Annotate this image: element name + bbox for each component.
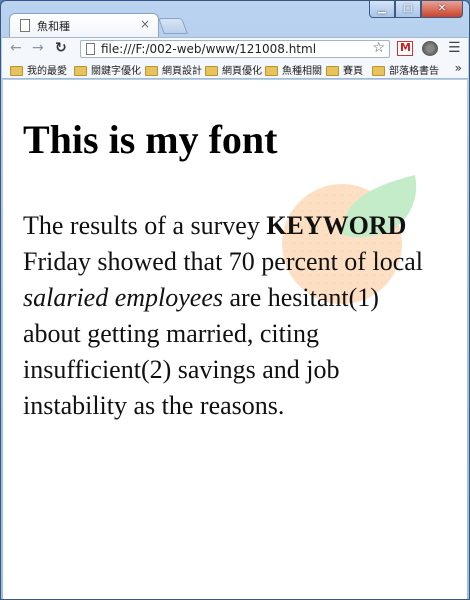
- forward-arrow-icon[interactable]: →: [32, 40, 44, 56]
- folder-icon: [326, 66, 339, 76]
- folder-icon: [145, 66, 158, 76]
- folder-icon: [372, 66, 385, 76]
- url-text: file:///F:/002-web/www/121008.html: [101, 42, 317, 56]
- folder-icon: [205, 66, 218, 76]
- reload-icon[interactable]: ↻: [55, 40, 67, 56]
- menu-icon[interactable]: ☰: [448, 40, 461, 56]
- paragraph-text: Friday showed that 70 percent of local: [23, 247, 423, 276]
- maximize-button[interactable]: □: [395, 1, 421, 18]
- address-bar[interactable]: file:///F:/002-web/www/121008.html ☆: [80, 40, 390, 58]
- bookmark-label: 關鍵字優化: [91, 66, 141, 77]
- bookmark-label: 我的最愛: [27, 66, 67, 77]
- bookmark-label: 網頁優化: [222, 66, 262, 77]
- tab-close-icon[interactable]: ×: [140, 17, 150, 31]
- paragraph-text: The results of a survey: [23, 211, 267, 240]
- bookmark-folder[interactable]: 魚種相關: [265, 62, 322, 77]
- navigation-toolbar: ← → ↻ file:///F:/002-web/www/121008.html…: [2, 37, 468, 60]
- bookmark-folder[interactable]: 網頁優化: [205, 62, 262, 77]
- window-controls: ▁ □ ✕: [369, 1, 463, 19]
- browser-tab[interactable]: 魚和種 ×: [9, 13, 159, 37]
- gmail-extension-icon[interactable]: [397, 41, 413, 56]
- folder-icon: [265, 66, 278, 76]
- page-content: This is my font The results of a survey …: [3, 80, 467, 599]
- bookmark-folder[interactable]: 網頁設計: [145, 62, 202, 77]
- bookmarks-bar: 我的最愛 關鍵字優化 網頁設計 網頁優化 魚種相關 賽頁 部落格書告 »: [2, 60, 468, 79]
- italic-text: salaried employees: [23, 283, 224, 312]
- bookmark-label: 魚種相關: [282, 66, 322, 77]
- back-arrow-icon[interactable]: ←: [10, 40, 22, 56]
- close-window-button[interactable]: ✕: [421, 1, 463, 18]
- bookmark-label: 賽頁: [343, 66, 363, 77]
- star-icon[interactable]: ☆: [372, 40, 385, 56]
- browser-window: 魚和種 × ▁ □ ✕ ← → ↻ file:///F:/002-web/www…: [0, 0, 470, 600]
- minimize-button[interactable]: ▁: [369, 1, 395, 18]
- body-paragraph: The results of a survey KEYWORD Friday s…: [23, 208, 433, 424]
- page-heading: This is my font: [23, 117, 278, 162]
- bookmark-folder[interactable]: 關鍵字優化: [74, 62, 141, 77]
- folder-icon: [74, 66, 87, 76]
- page-icon: [86, 43, 95, 55]
- bookmark-label: 部落格書告: [389, 66, 439, 77]
- extension-icon[interactable]: [422, 41, 438, 56]
- bookmark-folder[interactable]: 我的最愛: [10, 62, 67, 77]
- keyword-text: KEYWORD: [266, 211, 407, 240]
- tab-title: 魚和種: [37, 20, 70, 33]
- page-icon: [20, 19, 30, 32]
- bookmark-folder[interactable]: 賽頁: [326, 62, 363, 77]
- title-bar: 魚和種 × ▁ □ ✕: [1, 1, 469, 37]
- bookmarks-overflow-icon[interactable]: »: [455, 61, 462, 75]
- folder-icon: [10, 66, 23, 76]
- bookmark-label: 網頁設計: [162, 66, 202, 77]
- bookmark-folder[interactable]: 部落格書告: [372, 62, 439, 77]
- new-tab-button[interactable]: [158, 18, 188, 34]
